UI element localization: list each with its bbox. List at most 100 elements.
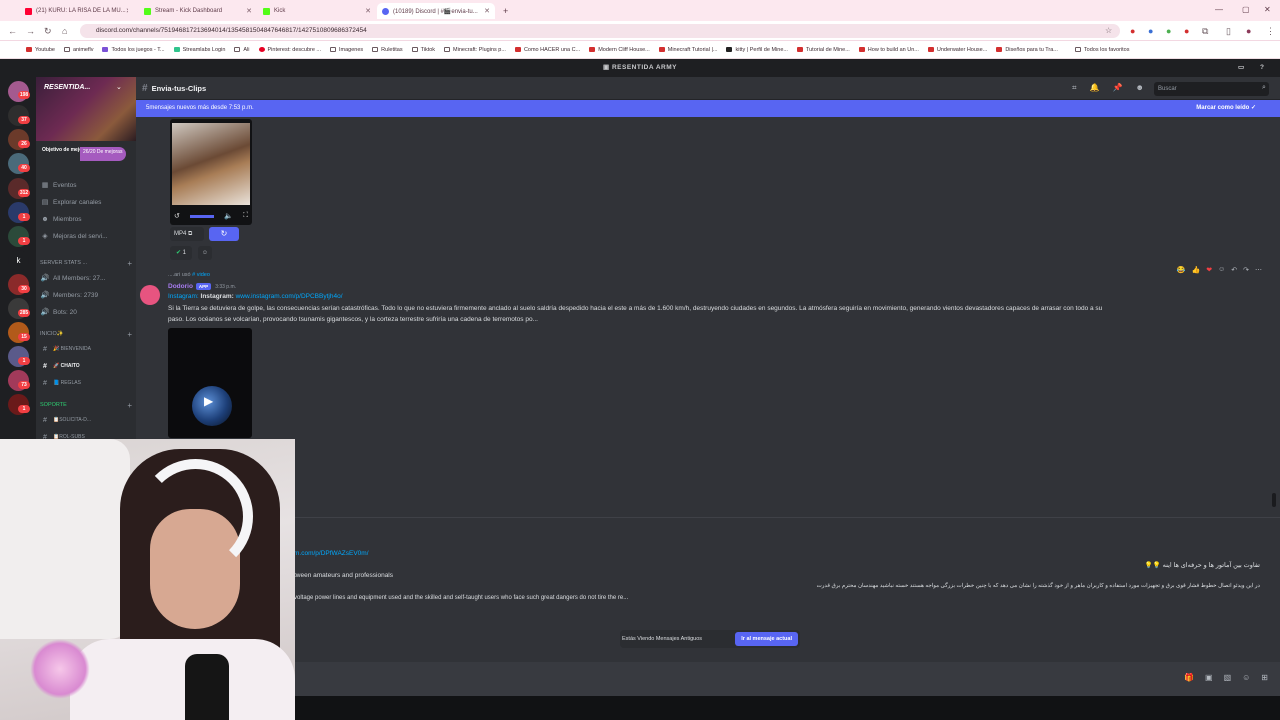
threads-icon[interactable]: ⌗ (1072, 83, 1077, 93)
message-author[interactable]: Dodorio APP 3:33 p.m. (168, 283, 236, 290)
extension-icon[interactable]: ● (1166, 26, 1171, 36)
emoji-icon[interactable]: ☺ (1242, 673, 1250, 682)
close-window-icon[interactable]: ✕ (1264, 5, 1271, 14)
mark-as-read-button[interactable]: Marcar como leído ✓ (1196, 100, 1256, 117)
bookmark-item[interactable]: Pinterest: descubre ... (258, 47, 321, 53)
apps-icon[interactable]: ⊞ (1261, 673, 1268, 682)
bookmark-item[interactable]: Youtube (26, 47, 55, 53)
browser-tab-3[interactable]: Kick ✕ (258, 3, 376, 19)
bookmark-item[interactable]: Minecraft: Plugins p... (444, 47, 506, 53)
url-input[interactable]: discord.com/channels/751946817213694014/… (80, 24, 1120, 38)
extension-icon[interactable]: ● (1148, 26, 1153, 36)
category-soporte[interactable]: SOPORTE + (40, 400, 132, 410)
message-composer[interactable]: 🎁 ▣ ▧ ☺ ⊞ (136, 662, 1280, 696)
bookmark-item[interactable]: How to build an Un... (858, 47, 919, 53)
add-channel-icon[interactable]: + (127, 401, 132, 410)
browser-tab-4[interactable]: (10189) Discord | #🎬envia-tu... ✕ (377, 3, 495, 19)
browser-tab-2[interactable]: Stream - Kick Dashboard ✕ (139, 3, 257, 19)
nav-members[interactable]: ☻ Miembros (40, 212, 134, 226)
profile-avatar[interactable]: ● (1246, 26, 1251, 36)
add-channel-icon[interactable]: + (127, 259, 132, 268)
video-attachment[interactable]: ↺ 🔈 ⛶ (170, 119, 252, 225)
star-icon[interactable]: ☆ (1105, 26, 1112, 35)
server-icon[interactable]: k (8, 250, 29, 271)
new-tab-button[interactable]: + (498, 3, 512, 19)
bookmark-item[interactable]: Todos los juegos - T... (102, 47, 165, 53)
close-icon[interactable]: ✕ (365, 7, 371, 15)
fullscreen-icon[interactable]: ⛶ (243, 212, 248, 220)
scrollbar-thumb[interactable] (1272, 493, 1276, 507)
inbox-icon[interactable]: ▭ (1238, 59, 1245, 77)
stat-all-members[interactable]: 🔊 All Members: 27... (40, 271, 134, 285)
add-channel-icon[interactable]: + (127, 330, 132, 339)
boost-goal[interactable]: Objetivo de mejora 26/20 De mejoras (42, 147, 126, 165)
bookmark-item[interactable]: Diseños para tu Tra... (996, 47, 1058, 53)
extension-icon[interactable]: ● (1184, 26, 1189, 36)
chevron-down-icon[interactable]: ⌄ (116, 83, 122, 91)
stat-members[interactable]: 🔊 Members: 2739 (40, 288, 134, 302)
bookmark-item[interactable]: Tutorial de Mine... (796, 47, 850, 53)
home-icon[interactable]: ⌂ (62, 26, 67, 36)
bookmark-item[interactable]: Minecraft Tutorial |... (658, 47, 717, 53)
replay-icon[interactable]: ↺ (174, 212, 180, 220)
video-embed[interactable]: ▶ (168, 328, 252, 438)
sidepanel-icon[interactable]: ▯ (1226, 26, 1231, 37)
browser-tab-1[interactable]: (21) KURU: LA RISA DE LA MU... ✕ (20, 3, 128, 19)
jump-to-present-button[interactable]: Ir al mensaje actual (735, 632, 798, 646)
volume-slider[interactable] (190, 215, 215, 218)
forward-icon[interactable]: → (26, 26, 35, 36)
minimize-icon[interactable]: — (1215, 5, 1223, 14)
instagram-link[interactable]: www.instagram.com/p/DPCBBytjh4o/ (236, 293, 343, 300)
members-list-icon[interactable]: ☻ (1135, 83, 1143, 93)
stat-bots[interactable]: 🔊 Bots: 20 (40, 305, 134, 319)
nav-server-boosts[interactable]: ◈ Mejoras del servi... (40, 229, 134, 243)
play-icon[interactable]: ▶ (204, 394, 213, 408)
channel-bienvenida[interactable]: # 🎉 BIENVENIDA (40, 342, 134, 356)
new-messages-bar[interactable]: 5mensajes nuevos más desde 7:53 p.m. Mar… (136, 100, 1280, 117)
volume-icon[interactable]: 🔈 (224, 212, 233, 220)
opera-icon[interactable]: ● (1130, 26, 1135, 36)
reload-icon[interactable]: ↻ (44, 26, 52, 37)
server-banner[interactable]: RESENTIDA... ⌄ (36, 77, 136, 141)
search-input[interactable]: Buscar (1154, 82, 1269, 96)
bookmark-item[interactable]: Ruletitas (372, 47, 403, 53)
bookmark-item[interactable]: Underwater House... (927, 47, 987, 53)
reaction-check[interactable]: ✔ 1 (170, 246, 192, 260)
bookmark-item[interactable]: Ali (234, 47, 250, 53)
source-label[interactable]: Instagram: (168, 293, 199, 300)
extensions-puzzle-icon[interactable]: ⧉ (1202, 26, 1208, 37)
category-inicio[interactable]: INICIO✨ + (40, 329, 132, 339)
menu-icon[interactable]: ⋮ (1266, 26, 1275, 37)
all-bookmarks[interactable]: Todos los favoritos (1074, 47, 1129, 53)
pin-icon[interactable]: 📌 (1112, 83, 1122, 93)
back-icon[interactable]: ← (8, 26, 17, 36)
channel-reglas[interactable]: # 📘 REGLAS (40, 376, 134, 390)
avatar[interactable] (140, 285, 160, 305)
instagram-link[interactable]: m.com/p/DPfWAZsEV0m/ (294, 550, 369, 557)
bookmark-item[interactable]: Modern Cliff House... (589, 47, 650, 53)
close-icon[interactable]: ✕ (246, 7, 252, 15)
bookmark-item[interactable]: Imagenes (330, 47, 363, 53)
refresh-button[interactable]: ↻ (209, 227, 239, 241)
nav-browse-channels[interactable]: ▤ Explorar canales (40, 195, 134, 209)
help-icon[interactable]: ? (1260, 59, 1264, 77)
add-reaction-icon[interactable]: ☺ (198, 246, 212, 260)
nav-events[interactable]: ▦ Eventos (40, 178, 134, 192)
bookmark-item[interactable]: Tiktok (411, 47, 435, 53)
sticker-icon[interactable]: ▧ (1224, 673, 1232, 682)
bookmark-item[interactable]: kitty | Perfil de Mine... (726, 47, 788, 53)
bookmark-item[interactable]: animeflv (64, 47, 93, 53)
gif-icon[interactable]: ▣ (1205, 673, 1213, 682)
maximize-icon[interactable]: ▢ (1242, 5, 1250, 14)
bookmark-item[interactable]: Como HACER una C... (514, 47, 580, 53)
gift-icon[interactable]: 🎁 (1184, 673, 1194, 682)
search-icon[interactable]: ⌕ (1262, 84, 1266, 92)
close-icon[interactable]: ✕ (484, 7, 490, 15)
channel-solicita[interactable]: # 📋SOLICITA-D... (40, 413, 134, 427)
format-button[interactable]: MP4 ⧉ (170, 227, 204, 241)
channel-chaito[interactable]: # 🚀 CHAITO (40, 359, 134, 373)
close-icon[interactable]: ✕ (126, 7, 128, 15)
category-server-stats[interactable]: SERVER STATS ... + (40, 258, 132, 268)
bookmark-item[interactable]: Streamlabs Login (173, 47, 225, 53)
bell-icon[interactable]: 🔔 (1090, 83, 1100, 93)
